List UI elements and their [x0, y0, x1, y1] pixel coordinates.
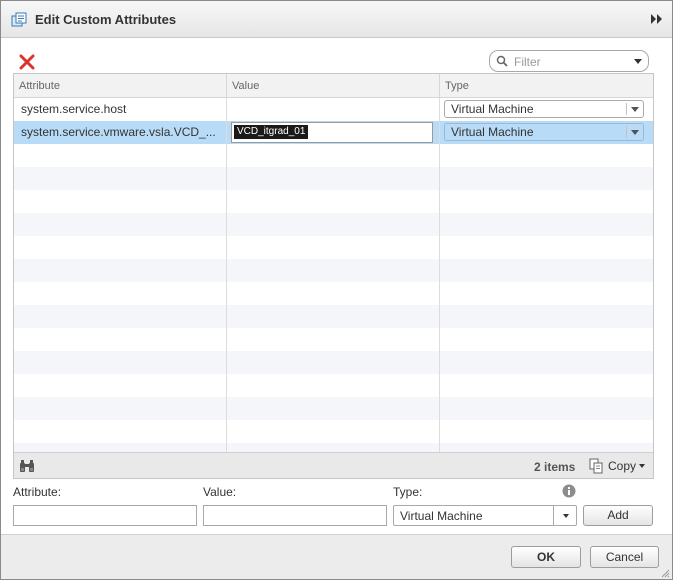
double-chevron-right-icon[interactable] — [650, 13, 664, 25]
value-cell: VCD_itgrad_01 — [227, 121, 440, 144]
value-edit-input[interactable]: VCD_itgrad_01 — [231, 122, 433, 143]
grid-rows: system.service.host Virtual Machine syst… — [14, 98, 653, 466]
copy-label: Copy — [608, 459, 637, 473]
chevron-down-icon[interactable] — [563, 514, 569, 518]
empty-row — [14, 236, 653, 259]
type-label: Type: — [393, 485, 423, 499]
copy-icon — [589, 458, 603, 474]
type-select-value: Virtual Machine — [451, 125, 534, 139]
column-header-value[interactable]: Value — [227, 74, 440, 97]
empty-row — [14, 282, 653, 305]
value-input[interactable] — [203, 505, 387, 526]
type-dropdown[interactable]: Virtual Machine — [393, 505, 577, 526]
type-cell: Virtual Machine — [440, 121, 653, 144]
attribute-label: Attribute: — [13, 485, 62, 499]
add-button[interactable]: Add — [583, 505, 653, 526]
dialog-title: Edit Custom Attributes — [35, 12, 177, 27]
delete-icon[interactable] — [19, 54, 35, 70]
dialog-content: Attribute Value Type system.service.host… — [1, 38, 672, 534]
dialog-titlebar: Edit Custom Attributes — [1, 1, 672, 38]
table-row-selected[interactable]: system.service.vmware.vsla.VCD_... VCD_i… — [14, 121, 653, 144]
attribute-input[interactable] — [13, 505, 197, 526]
item-count: 2 items — [534, 460, 576, 474]
value-selected-text: VCD_itgrad_01 — [234, 125, 309, 139]
empty-row — [14, 305, 653, 328]
column-header-attribute[interactable]: Attribute — [14, 74, 227, 97]
empty-row — [14, 328, 653, 351]
empty-row — [14, 167, 653, 190]
type-cell: Virtual Machine — [440, 98, 653, 121]
attribute-cell: system.service.vmware.vsla.VCD_... — [14, 121, 227, 144]
grid-footer: 2 items Copy — [14, 452, 653, 478]
chevron-down-icon[interactable] — [631, 107, 639, 112]
empty-row — [14, 420, 653, 443]
attributes-grid: Attribute Value Type system.service.host… — [13, 73, 654, 479]
chevron-down-icon — [639, 464, 645, 468]
binoculars-icon[interactable] — [19, 459, 35, 473]
copy-button[interactable]: Copy — [588, 456, 648, 476]
empty-row — [14, 397, 653, 420]
edit-attributes-icon — [11, 12, 27, 27]
type-dropdown-value: Virtual Machine — [400, 509, 483, 523]
empty-row — [14, 374, 653, 397]
empty-row — [14, 351, 653, 374]
info-icon[interactable] — [562, 484, 576, 498]
column-header-type[interactable]: Type — [440, 74, 653, 97]
type-select[interactable]: Virtual Machine — [444, 123, 644, 141]
dialog-footer: OK Cancel — [1, 534, 672, 579]
attribute-cell: system.service.host — [14, 98, 227, 121]
filter-input[interactable] — [512, 53, 624, 70]
chevron-down-icon[interactable] — [631, 130, 639, 135]
type-select[interactable]: Virtual Machine — [444, 100, 644, 118]
edit-custom-attributes-dialog: Edit Custom Attributes Attribute Value T… — [0, 0, 673, 580]
empty-row — [14, 259, 653, 282]
filter-box[interactable] — [489, 50, 649, 72]
search-icon — [496, 55, 508, 67]
chevron-down-icon[interactable] — [634, 59, 642, 64]
empty-row — [14, 190, 653, 213]
resize-grip-icon[interactable] — [660, 568, 670, 578]
value-cell[interactable] — [227, 98, 440, 121]
table-row[interactable]: system.service.host Virtual Machine — [14, 98, 653, 121]
empty-row — [14, 144, 653, 167]
empty-row — [14, 213, 653, 236]
ok-button[interactable]: OK — [511, 546, 581, 568]
type-select-value: Virtual Machine — [451, 102, 534, 116]
value-label: Value: — [203, 485, 237, 499]
cancel-button[interactable]: Cancel — [590, 546, 659, 568]
grid-header: Attribute Value Type — [14, 74, 653, 98]
